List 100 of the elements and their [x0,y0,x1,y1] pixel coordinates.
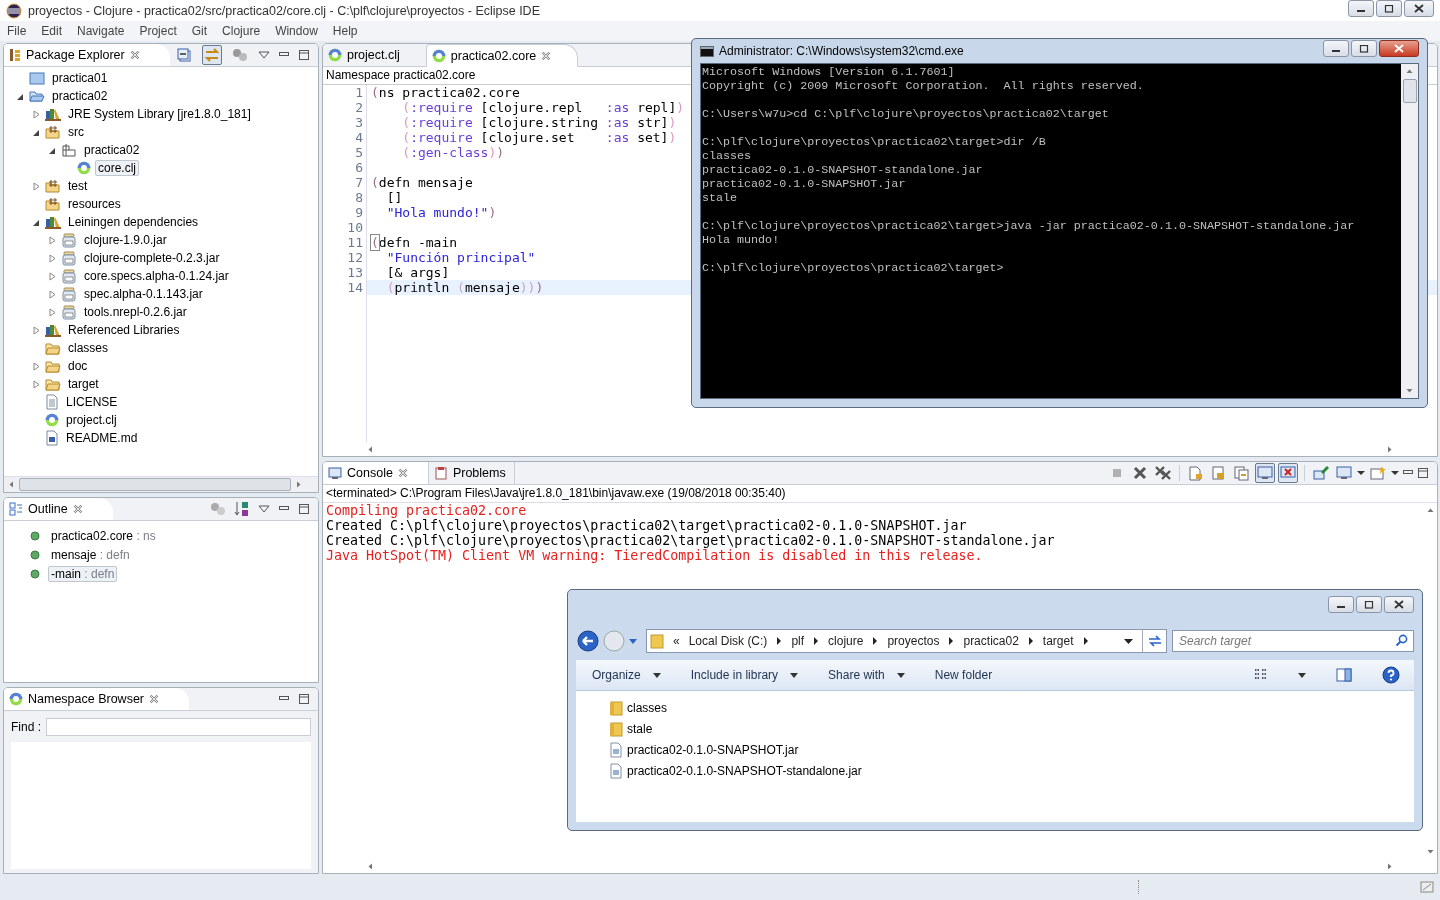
close-icon[interactable] [397,468,408,478]
collapsed-arrow-icon[interactable] [48,253,57,263]
menu-item[interactable]: Help [332,24,358,38]
collapsed-arrow-icon[interactable] [32,325,41,335]
tree-item[interactable]: project.clj [63,412,120,428]
tree-item[interactable]: src [65,124,87,140]
scroll-left-icon[interactable] [367,862,374,870]
collapsed-arrow-icon[interactable] [32,379,41,389]
collapsed-arrow-icon[interactable] [32,109,41,119]
editor-tab[interactable]: project.clj [323,44,426,66]
tree-item[interactable]: clojure-complete-0.2.3.jar [81,250,223,266]
find-field[interactable] [46,718,311,736]
collapsed-arrow-icon[interactable] [32,181,41,191]
maximize-button[interactable] [1376,0,1402,17]
search-icon[interactable] [1395,634,1408,647]
minimize-button[interactable] [1348,0,1374,17]
vertical-scrollbar[interactable] [1401,64,1418,398]
maximize-icon[interactable] [298,503,310,515]
file-name[interactable]: practica02-0.1.0-SNAPSHOT-standalone.jar [627,763,862,778]
caret-icon[interactable] [1357,470,1365,476]
scroll-left-icon[interactable] [8,481,15,488]
menu-item[interactable]: Window [275,24,318,38]
scroll-right-icon[interactable] [295,481,302,488]
collapsed-arrow-icon[interactable] [48,235,57,245]
close-icon[interactable] [72,504,83,514]
tree-item[interactable]: practica01 [49,70,111,86]
caret-icon[interactable] [1298,672,1306,678]
editor-tab[interactable]: practica02.core [425,44,579,67]
tree-item[interactable]: core.specs.alpha-0.1.24.jar [81,268,232,284]
scroll-thumb[interactable] [1402,79,1417,103]
toolbar-button[interactable] [174,45,194,65]
tree-item[interactable]: doc [65,358,91,374]
path-segment[interactable]: practica02 [963,634,1019,648]
horizontal-scrollbar[interactable] [4,476,318,492]
path-segment[interactable]: clojure [828,634,864,648]
menu-item[interactable]: Project [139,24,177,38]
caret-icon[interactable] [1391,470,1399,476]
scroll-left-icon[interactable] [367,445,374,453]
maximize-button[interactable] [1356,596,1382,613]
scroll-thumb[interactable] [19,478,291,491]
chevron-icon[interactable] [872,637,879,645]
folder-name[interactable]: stale [627,721,653,736]
chevron-icon[interactable] [1027,637,1034,645]
chevron-icon[interactable] [813,637,820,645]
tree-item[interactable]: JRE System Library [jre1.8.0_181] [65,106,254,122]
tree-item[interactable]: practica02 [81,142,143,158]
caret-icon[interactable] [1124,638,1133,644]
outline-item[interactable]: mensaje : defn [48,547,133,563]
scroll-down-icon[interactable] [1427,848,1434,855]
toolbar-button[interactable] [1311,463,1331,483]
command-button[interactable]: Include in library [690,668,799,682]
tree-item[interactable]: practica02 [49,88,111,104]
collapsed-arrow-icon[interactable] [48,271,57,281]
close-button[interactable] [1404,0,1434,17]
tree-item[interactable]: spec.alpha-0.1.143.jar [81,286,206,302]
overflow-chevron[interactable]: « [673,634,680,648]
help-icon[interactable] [1382,666,1400,684]
view-menu-icon[interactable] [258,504,270,514]
close-icon[interactable] [149,694,159,704]
menu-item[interactable]: Clojure [222,24,261,38]
folder-name[interactable]: classes [627,700,667,715]
tree-item[interactable]: tools.nrepl-0.2.6.jar [81,304,190,320]
chevron-icon[interactable] [1082,637,1089,645]
menu-item[interactable]: Git [191,24,208,38]
close-button[interactable] [1384,596,1414,613]
maximize-icon[interactable] [1417,467,1429,479]
collapsed-arrow-icon[interactable] [48,307,57,317]
tree-item[interactable]: test [65,178,91,194]
back-button[interactable] [576,629,600,653]
view-tab[interactable]: Console [323,462,429,484]
scroll-right-icon[interactable] [1386,862,1393,870]
tree-item[interactable]: target [65,376,102,392]
command-button[interactable]: Organize [592,668,661,682]
toolbar-button[interactable] [202,45,222,65]
path-segment[interactable]: plf [791,634,805,648]
path-segment[interactable]: Local Disk (C:) [688,634,768,648]
outline-item[interactable]: -main : defn [48,566,118,582]
view-tab[interactable]: Problems [428,462,515,484]
command-button[interactable]: New folder [934,668,993,682]
close-icon[interactable] [129,50,140,60]
chevron-icon[interactable] [948,637,955,645]
minimize-button[interactable] [1323,40,1349,57]
scroll-down-icon[interactable] [1406,387,1413,394]
tree-item[interactable]: classes [65,340,111,356]
tree-item[interactable]: Referenced Libraries [65,322,183,338]
close-button[interactable] [1379,40,1419,57]
file-name[interactable]: practica02-0.1.0-SNAPSHOT.jar [627,742,799,757]
tree-item[interactable]: LICENSE [63,394,121,410]
preview-pane-icon[interactable] [1336,668,1352,682]
address-bar[interactable]: « Local Disk (C:) plf clojure proyectos practica02 target [646,629,1167,653]
maximize-button[interactable] [1351,40,1377,57]
scroll-right-icon[interactable] [1386,445,1393,453]
minimize-button[interactable] [1328,596,1354,613]
menu-item[interactable]: Edit [41,24,63,38]
view-menu-icon[interactable] [258,50,270,60]
maximize-icon[interactable] [298,693,310,705]
outline-item[interactable]: practica02.core : ns [48,528,159,544]
collapsed-arrow-icon[interactable] [32,361,41,371]
tree-item[interactable]: README.md [63,430,141,446]
view-grid-icon[interactable] [1254,668,1268,682]
